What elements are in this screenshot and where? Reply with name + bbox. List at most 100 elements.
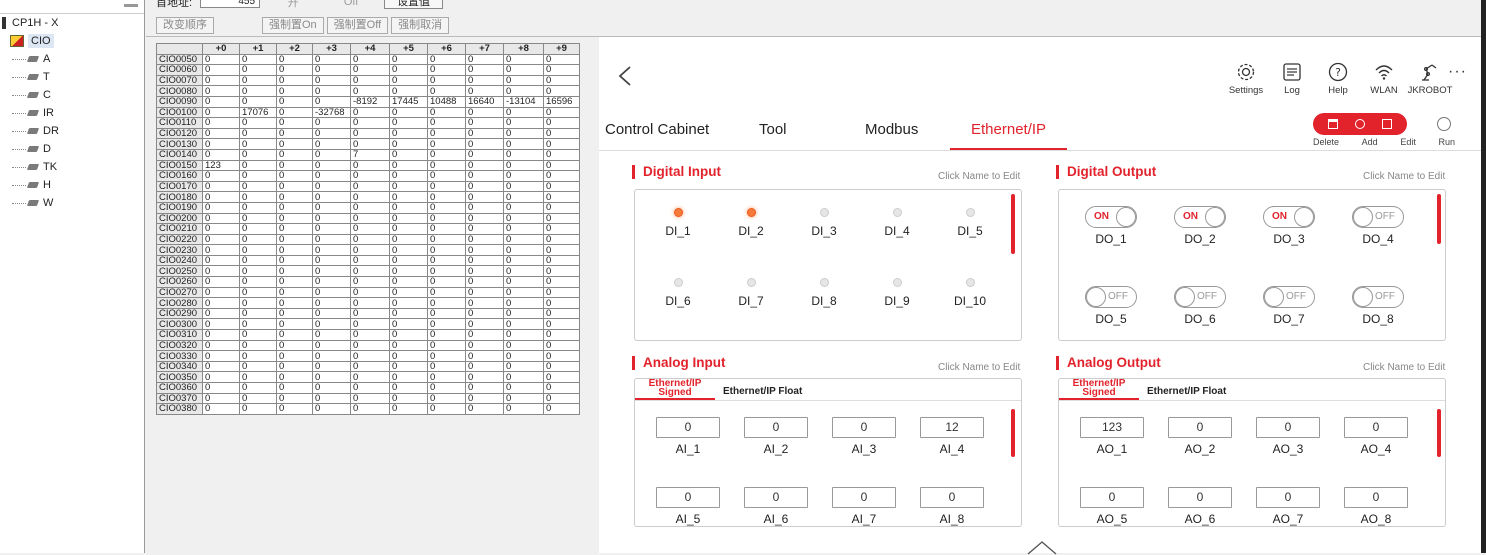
analog-input-value-field[interactable]: 0 [656,487,720,508]
table-cell[interactable]: 0 [503,223,544,235]
table-cell[interactable]: 0 [239,276,277,288]
analog-output-label[interactable]: AO_5 [1080,512,1144,526]
table-cell[interactable]: 0 [427,360,466,373]
tree-root[interactable]: CP1H - X [0,14,144,32]
table-cell[interactable]: 0 [350,159,390,172]
table-cell[interactable]: 0 [239,254,277,267]
table-cell[interactable]: 0 [312,233,351,246]
table-cell[interactable]: 0 [503,53,544,66]
table-cell[interactable]: 0 [239,223,277,235]
table-cell[interactable]: 0 [239,297,277,309]
table-cell[interactable]: 0 [465,392,504,405]
table-cell[interactable]: 0 [202,350,240,362]
digital-input-item[interactable]: DI_1 [648,208,708,238]
table-cell[interactable]: 0 [543,286,580,299]
table-cell[interactable]: 0 [276,329,313,341]
table-cell[interactable]: 0 [276,318,313,331]
table-cell[interactable]: 0 [543,85,580,97]
table-cell[interactable]: 0 [427,276,466,288]
table-cell[interactable]: 0 [350,74,390,87]
table-cell[interactable]: 0 [389,74,428,87]
table-cell[interactable]: 0 [503,371,544,383]
table-cell[interactable]: 0 [465,117,504,129]
table-cell[interactable]: 0 [543,191,580,203]
tree-item-c[interactable]: C [0,86,144,104]
table-cell[interactable]: 0 [389,286,428,299]
table-cell[interactable]: 0 [427,74,466,87]
analog-output-label[interactable]: AO_2 [1168,442,1232,456]
analog-output-title[interactable]: Analog Output [1056,356,1161,370]
digital-input-label[interactable]: DI_1 [648,224,708,238]
table-cell[interactable]: 0 [543,403,580,415]
table-cell[interactable]: 0 [389,127,428,140]
tab-ethernet-ip[interactable]: Ethernet/IP [971,121,1046,138]
table-cell[interactable]: 0 [202,329,240,341]
table-cell[interactable]: 0 [427,191,466,203]
table-cell[interactable]: 0 [350,191,390,203]
table-cell[interactable]: 0 [503,286,544,299]
table-cell[interactable]: 0 [350,276,390,288]
table-cell[interactable]: 0 [543,159,580,172]
table-cell[interactable]: 10488 [427,95,466,108]
table-cell[interactable]: 0 [543,382,580,394]
table-cell[interactable]: 0 [312,360,351,373]
table-cell[interactable]: 0 [312,307,351,320]
analog-output-label[interactable]: AO_4 [1344,442,1408,456]
table-cell[interactable]: 0 [239,382,277,394]
digital-output-label[interactable]: DO_7 [1254,312,1324,326]
digital-output-label[interactable]: DO_2 [1165,232,1235,246]
tab-tool[interactable]: Tool [759,121,787,138]
table-cell[interactable]: 0 [427,339,466,352]
table-cell[interactable]: 0 [276,276,313,288]
table-cell[interactable]: 0 [350,286,390,299]
table-cell[interactable]: 0 [503,180,544,193]
table-cell[interactable]: 0 [389,392,428,405]
table-cell[interactable]: 0 [389,212,428,225]
digital-input-label[interactable]: DI_5 [940,224,1000,238]
table-cell[interactable]: 0 [350,403,390,415]
table-cell[interactable]: 0 [276,360,313,373]
table-cell[interactable]: 0 [503,244,544,256]
settings-button[interactable]: Settings [1223,61,1269,96]
output-toggle[interactable]: OFF [1174,286,1226,308]
start-address-input[interactable]: 455 [200,0,261,8]
table-cell[interactable]: 0 [202,138,240,150]
table-cell[interactable]: 0 [350,297,390,309]
table-cell[interactable]: 0 [543,244,580,256]
table-cell[interactable]: 0 [427,138,466,150]
scrollbar[interactable] [1011,409,1015,457]
table-cell[interactable]: 0 [350,254,390,267]
table-cell[interactable]: 0 [465,286,504,299]
table-cell[interactable]: 0 [503,170,544,182]
table-cell[interactable]: 0 [350,244,390,256]
minimize-icon[interactable] [124,4,138,7]
table-cell[interactable]: 0 [276,53,313,66]
table-cell[interactable]: 0 [202,170,240,182]
digital-input-label[interactable]: DI_4 [867,224,927,238]
table-cell[interactable]: 0 [427,307,466,320]
table-cell[interactable]: 0 [202,286,240,299]
table-cell[interactable]: 0 [465,276,504,288]
table-cell[interactable]: 0 [239,180,277,193]
table-cell[interactable]: 0 [503,265,544,278]
table-cell[interactable]: 0 [350,360,390,373]
table-cell[interactable]: 0 [239,95,277,108]
table-cell[interactable]: 0 [389,318,428,331]
analog-input-label[interactable]: AI_4 [920,442,984,456]
table-cell[interactable]: 0 [312,159,351,172]
table-cell[interactable]: 0 [202,106,240,119]
table-cell[interactable]: 0 [276,265,313,278]
table-cell[interactable]: 0 [312,382,351,394]
table-cell[interactable]: 0 [389,159,428,172]
table-cell[interactable]: 0 [312,170,351,182]
table-cell[interactable]: 0 [276,392,313,405]
output-toggle[interactable]: OFF [1085,286,1137,308]
table-cell[interactable]: 0 [427,223,466,235]
analog-output-label[interactable]: AO_3 [1256,442,1320,456]
table-cell[interactable]: 0 [543,64,580,76]
table-cell[interactable]: 0 [312,318,351,331]
table-cell[interactable]: 0 [239,360,277,373]
table-cell[interactable]: 0 [312,191,351,203]
table-cell[interactable]: 0 [276,223,313,235]
digital-input-item[interactable]: DI_3 [794,208,854,238]
